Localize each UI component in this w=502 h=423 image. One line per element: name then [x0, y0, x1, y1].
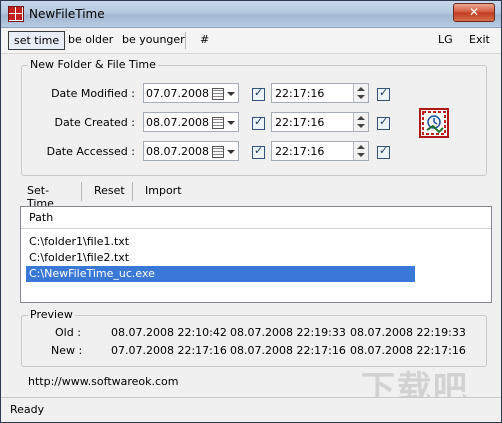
menu-hash[interactable]: # [195, 31, 214, 48]
date-modified-picker[interactable]: 07.07.2008 [143, 83, 239, 103]
preview-group: Preview [21, 308, 487, 367]
time-created-checkbox[interactable] [377, 115, 390, 130]
preview-new-label: New : [51, 344, 83, 357]
time-modified-value: 22:17:16 [275, 87, 325, 100]
calendar-icon[interactable] [212, 117, 224, 129]
app-icon [8, 6, 24, 22]
date-accessed-checkbox[interactable] [252, 144, 265, 159]
list-item[interactable]: C:\folder1\file1.txt [26, 234, 415, 250]
tab-import[interactable]: Import [145, 184, 182, 197]
status-text: Ready [10, 403, 45, 416]
date-accessed-value: 08.07.2008 [146, 145, 209, 158]
label-date-created: Date Created : [54, 116, 135, 129]
spin-up-icon[interactable] [357, 116, 365, 120]
website-link[interactable]: http://www.softwareok.com [28, 375, 179, 388]
menu-exit[interactable]: Exit [464, 31, 495, 48]
chevron-down-icon[interactable] [227, 92, 235, 96]
time-created-field[interactable]: 22:17:16 [271, 112, 369, 132]
time-created-spinner[interactable] [353, 113, 368, 131]
time-accessed-checkbox[interactable] [377, 144, 390, 159]
preview-old-label: Old : [55, 326, 81, 339]
date-modified-checkbox[interactable] [252, 86, 265, 101]
label-date-modified: Date Modified : [51, 87, 135, 100]
time-accessed-value: 22:17:16 [275, 145, 325, 158]
list-item-selected[interactable]: C:\NewFileTime_uc.exe [26, 266, 415, 282]
app-window: NewFileTime ✕ set time be older be young… [0, 0, 502, 423]
spin-down-icon[interactable] [357, 153, 365, 157]
date-created-checkbox[interactable] [252, 115, 265, 130]
menu-set-time[interactable]: set time [8, 31, 66, 50]
menu-be-younger[interactable]: be younger [117, 31, 190, 48]
menu-be-older[interactable]: be older [63, 31, 118, 48]
status-bar: Ready [1, 397, 501, 422]
spin-up-icon[interactable] [357, 87, 365, 91]
chevron-down-icon[interactable] [227, 121, 235, 125]
spin-down-icon[interactable] [357, 124, 365, 128]
list-item[interactable]: C:\folder1\file2.txt [26, 250, 415, 266]
time-accessed-field[interactable]: 22:17:16 [271, 141, 369, 161]
tab-reset[interactable]: Reset [94, 184, 125, 197]
label-date-accessed: Date Accessed : [46, 145, 135, 158]
time-created-value: 22:17:16 [275, 116, 325, 129]
title-bar: NewFileTime ✕ [1, 1, 501, 28]
time-accessed-spinner[interactable] [353, 142, 368, 160]
preview-old-accessed: 08.07.2008 22:19:33 [350, 326, 466, 339]
tab-separator [132, 182, 133, 201]
time-modified-spinner[interactable] [353, 84, 368, 102]
list-header[interactable]: Path [21, 207, 491, 229]
menu-separator [185, 32, 186, 49]
spin-up-icon[interactable] [357, 145, 365, 149]
file-list[interactable]: Path C:\folder1\file1.txt C:\folder1\fil… [20, 206, 492, 303]
column-path[interactable]: Path [29, 211, 53, 224]
tab-separator [81, 182, 82, 201]
preview-new-accessed: 08.07.2008 22:17:16 [350, 344, 466, 357]
preview-old-created: 08.07.2008 22:19:33 [230, 326, 346, 339]
time-modified-checkbox[interactable] [377, 86, 390, 101]
preview-title: Preview [28, 308, 75, 321]
date-accessed-picker[interactable]: 08.07.2008 [143, 141, 239, 161]
menu-bar: set time be older be younger # LG Exit [1, 28, 501, 54]
date-created-picker[interactable]: 08.07.2008 [143, 112, 239, 132]
spin-down-icon[interactable] [357, 95, 365, 99]
close-button[interactable]: ✕ [453, 3, 495, 22]
time-modified-field[interactable]: 22:17:16 [271, 83, 369, 103]
preview-new-modified: 07.07.2008 22:17:16 [111, 344, 227, 357]
window-title: NewFileTime [29, 7, 105, 21]
preview-new-created: 08.07.2008 22:17:16 [230, 344, 346, 357]
date-modified-value: 07.07.2008 [146, 87, 209, 100]
menu-lg[interactable]: LG [433, 31, 458, 48]
chevron-down-icon[interactable] [227, 150, 235, 154]
calendar-icon[interactable] [212, 146, 224, 158]
date-created-value: 08.07.2008 [146, 116, 209, 129]
calendar-icon[interactable] [212, 88, 224, 100]
preview-old-modified: 08.07.2008 22:10:42 [111, 326, 227, 339]
apply-time-icon[interactable] [419, 108, 449, 138]
group-title: New Folder & File Time [28, 58, 158, 71]
